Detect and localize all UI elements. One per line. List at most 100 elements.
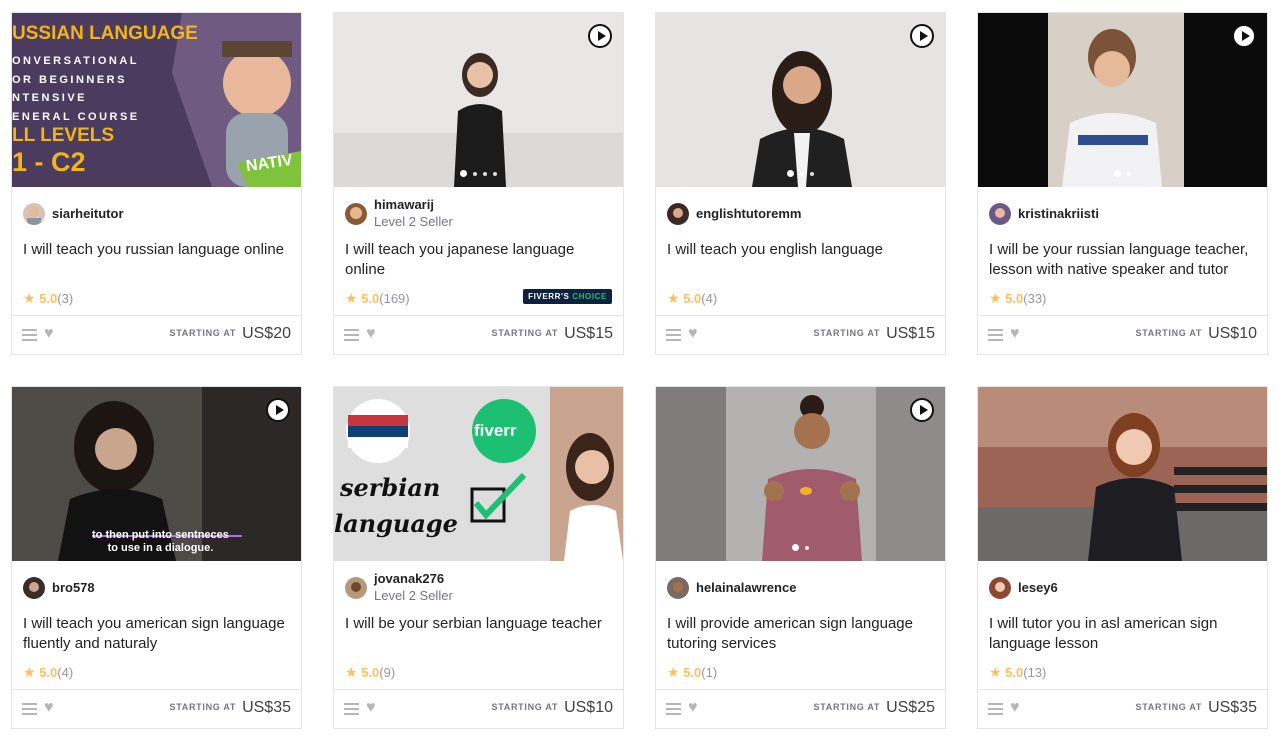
gig-card[interactable]: to then put into sentneces to use in a d… xyxy=(11,386,302,729)
thumb-range: 1 - C2 xyxy=(12,147,86,177)
play-icon[interactable] xyxy=(1232,24,1256,48)
collections-menu-icon[interactable] xyxy=(666,703,681,715)
gig-card[interactable]: lesey6 I will tutor you in asl american … xyxy=(977,386,1268,729)
fiverrs-choice-badge: FIVERR'S CHOICE xyxy=(523,289,612,304)
heart-icon[interactable]: ♥ xyxy=(688,699,698,717)
seller-level: Level 2 Seller xyxy=(374,214,453,229)
seller-avatar[interactable] xyxy=(345,203,367,225)
gig-title[interactable]: I will be your russian language teacher,… xyxy=(989,240,1261,280)
price[interactable]: STARTING AT US$10 xyxy=(1136,325,1257,343)
thumb-word-serbian: serbian xyxy=(340,473,441,502)
seller-name[interactable]: siarheitutor xyxy=(52,206,124,221)
seller-name[interactable]: helainalawrence xyxy=(696,580,796,595)
gig-card[interactable]: kristinakriisti I will be your russian l… xyxy=(977,12,1268,355)
seller-avatar[interactable] xyxy=(345,577,367,599)
gig-thumbnail[interactable] xyxy=(978,387,1267,561)
heart-icon[interactable]: ♥ xyxy=(1010,699,1020,717)
seller-avatar[interactable] xyxy=(23,577,45,599)
gig-thumbnail[interactable] xyxy=(334,13,623,187)
gig-card[interactable]: serbian language fiverr jovanak276 Level… xyxy=(333,386,624,729)
gig-rating: ★ 5.0(4) xyxy=(23,664,74,680)
carousel-dots[interactable] xyxy=(978,170,1267,177)
seller-info: englishtutoremm xyxy=(667,202,935,232)
carousel-dots[interactable] xyxy=(656,170,945,177)
carousel-dots[interactable] xyxy=(334,170,623,177)
gig-title[interactable]: I will be your serbian language teacher xyxy=(345,614,617,634)
gig-rating: ★ 5.0(3) xyxy=(23,290,74,306)
gig-thumbnail[interactable] xyxy=(978,13,1267,187)
star-icon: ★ xyxy=(667,664,680,680)
collections-menu-icon[interactable] xyxy=(988,329,1003,341)
gig-thumbnail[interactable]: to then put into sentneces to use in a d… xyxy=(12,387,301,561)
seller-name[interactable]: bro578 xyxy=(52,580,95,595)
seller-name[interactable]: jovanak276 xyxy=(374,571,444,586)
gig-rating: ★ 5.0(13) xyxy=(989,664,1047,680)
heart-icon[interactable]: ♥ xyxy=(366,699,376,717)
heart-icon[interactable]: ♥ xyxy=(366,325,376,343)
seller-info: bro578 xyxy=(23,576,291,606)
seller-name[interactable]: kristinakriisti xyxy=(1018,206,1099,221)
star-icon: ★ xyxy=(667,290,680,306)
gig-card[interactable]: USSIAN LANGUAGE ONVERSATIONAL OR BEGINNE… xyxy=(11,12,302,355)
price[interactable]: STARTING AT US$25 xyxy=(814,699,935,717)
gig-title[interactable]: I will tutor you in asl american sign la… xyxy=(989,614,1261,654)
price[interactable]: STARTING AT US$35 xyxy=(170,699,291,717)
gig-title[interactable]: I will teach you japanese language onlin… xyxy=(345,240,617,280)
seller-name[interactable]: himawarij xyxy=(374,197,434,212)
gig-rating: ★ 5.0(4) xyxy=(667,290,718,306)
gig-card[interactable]: englishtutoremm I will teach you english… xyxy=(655,12,946,355)
gig-title[interactable]: I will teach you russian language online xyxy=(23,240,295,260)
collections-menu-icon[interactable] xyxy=(22,703,37,715)
collections-menu-icon[interactable] xyxy=(344,703,359,715)
gig-rating: ★ 5.0(169) xyxy=(345,290,410,306)
gig-rating: ★ 5.0(33) xyxy=(989,290,1047,306)
star-icon: ★ xyxy=(345,290,358,306)
price[interactable]: STARTING AT US$35 xyxy=(1136,699,1257,717)
price[interactable]: STARTING AT US$15 xyxy=(814,325,935,343)
collections-menu-icon[interactable] xyxy=(666,329,681,341)
seller-avatar[interactable] xyxy=(667,577,689,599)
price[interactable]: STARTING AT US$15 xyxy=(492,325,613,343)
price[interactable]: STARTING AT US$10 xyxy=(492,699,613,717)
play-icon[interactable] xyxy=(588,24,612,48)
carousel-dots[interactable] xyxy=(656,544,945,551)
play-icon[interactable] xyxy=(266,398,290,422)
seller-avatar[interactable] xyxy=(23,203,45,225)
gig-thumbnail[interactable] xyxy=(656,387,945,561)
seller-info: jovanak276 Level 2 Seller xyxy=(345,571,613,606)
thumbnail-art xyxy=(978,13,1267,187)
gig-title[interactable]: I will teach you english language xyxy=(667,240,939,260)
collections-menu-icon[interactable] xyxy=(988,703,1003,715)
play-icon[interactable] xyxy=(910,24,934,48)
heart-icon[interactable]: ♥ xyxy=(44,699,54,717)
gig-card[interactable]: himawarij Level 2 Seller I will teach yo… xyxy=(333,12,624,355)
seller-avatar[interactable] xyxy=(667,203,689,225)
card-footer: ♥ STARTING AT US$20 xyxy=(12,315,301,356)
gig-title[interactable]: I will provide american sign language tu… xyxy=(667,614,939,654)
gig-thumbnail[interactable]: serbian language fiverr xyxy=(334,387,623,561)
star-icon: ★ xyxy=(23,664,36,680)
star-icon: ★ xyxy=(345,664,358,680)
thumb-heading: USSIAN LANGUAGE xyxy=(12,23,198,44)
thumb-subtext: ONVERSATIONAL OR BEGINNERS NTENSIVE ENER… xyxy=(12,55,140,123)
heart-icon[interactable]: ♥ xyxy=(44,325,54,343)
price[interactable]: STARTING AT US$20 xyxy=(170,325,291,343)
collections-menu-icon[interactable] xyxy=(344,329,359,341)
gig-title[interactable]: I will teach you american sign language … xyxy=(23,614,295,654)
thumb-word-language: language xyxy=(334,509,458,538)
card-footer: ♥ STARTING AT US$35 xyxy=(12,689,301,730)
gig-thumbnail[interactable] xyxy=(656,13,945,187)
seller-name[interactable]: lesey6 xyxy=(1018,580,1058,595)
seller-name[interactable]: englishtutoremm xyxy=(696,206,801,221)
collections-menu-icon[interactable] xyxy=(22,329,37,341)
gig-thumbnail[interactable]: USSIAN LANGUAGE ONVERSATIONAL OR BEGINNE… xyxy=(12,13,301,187)
card-footer: ♥ STARTING AT US$10 xyxy=(334,689,623,730)
gig-card[interactable]: helainalawrence I will provide american … xyxy=(655,386,946,729)
seller-info: siarheitutor xyxy=(23,202,291,232)
play-icon[interactable] xyxy=(910,398,934,422)
heart-icon[interactable]: ♥ xyxy=(1010,325,1020,343)
gig-rating: ★ 5.0(1) xyxy=(667,664,718,680)
seller-avatar[interactable] xyxy=(989,577,1011,599)
seller-avatar[interactable] xyxy=(989,203,1011,225)
heart-icon[interactable]: ♥ xyxy=(688,325,698,343)
